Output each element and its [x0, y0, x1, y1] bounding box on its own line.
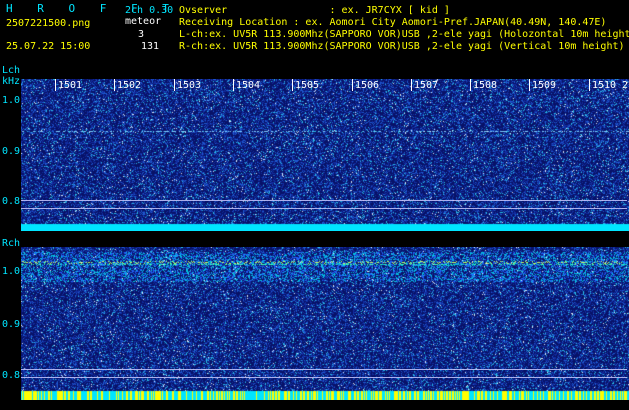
minute-label-1501: 1501	[58, 80, 83, 91]
meteor-count-lch: 3	[138, 29, 145, 40]
minute-label-1506: 1506	[355, 80, 380, 91]
rch-ref-line-lower	[21, 377, 627, 378]
minute-divider	[55, 79, 56, 91]
minute-divider	[174, 79, 175, 91]
lch-tick-0-9: 0.9	[2, 146, 21, 157]
rch-config-line: R-ch:ex. UV5R 113.900Mhz(SAPPORO VOR)USB…	[179, 41, 625, 52]
minute-label-1502: 1502	[117, 80, 142, 91]
observer-line: Ovserver : ex. JR7CYX [ kid ]	[179, 5, 450, 16]
rch-tick-1-0: 1.0	[2, 266, 21, 277]
lch-ref-line-lower	[21, 208, 627, 209]
minute-divider	[233, 79, 234, 91]
rch-label: Rch	[2, 238, 21, 249]
meteor-count-rch: 131	[141, 41, 160, 52]
lch-ref-line-upper	[21, 200, 627, 201]
minute-label-1508: 1508	[473, 80, 498, 91]
minute-divider	[529, 79, 530, 91]
lch-label: Lch	[2, 65, 21, 76]
minute-divider	[352, 79, 353, 91]
rch-ref-line-upper	[21, 369, 627, 370]
minute-label-1503: 1503	[177, 80, 202, 91]
minute-label-1509: 1509	[532, 80, 557, 91]
minute-label-1507: 1507	[414, 80, 439, 91]
minute-divider	[292, 79, 293, 91]
minute-divider	[589, 79, 590, 91]
minute-label-1504: 1504	[236, 80, 261, 91]
lch-unit: kHz	[2, 76, 21, 87]
edge-marker: 2	[622, 80, 629, 91]
lch-config-line: L-ch:ex. UV5R 113.900Mhz(SAPPORO VOR)USB…	[179, 29, 629, 40]
channel-info: 2ch 0.30	[125, 5, 174, 16]
lch-tick-1-0: 1.0	[2, 95, 21, 106]
file-name: 2507221500.png	[6, 18, 91, 29]
rch-tick-0-8: 0.8	[2, 370, 21, 381]
rch-tick-0-9: 0.9	[2, 319, 21, 330]
minute-label-1510: 1510	[592, 80, 617, 91]
minute-divider	[411, 79, 412, 91]
minute-divider	[470, 79, 471, 91]
capture-datetime: 25.07.22 15:00	[6, 41, 91, 52]
minute-divider	[114, 79, 115, 91]
meteor-label: meteor	[125, 16, 162, 27]
lch-tick-0-8: 0.8	[2, 196, 21, 207]
minute-label-1505: 1505	[295, 80, 320, 91]
location-line: Receiving Location : ex. Aomori City Aom…	[179, 17, 607, 28]
